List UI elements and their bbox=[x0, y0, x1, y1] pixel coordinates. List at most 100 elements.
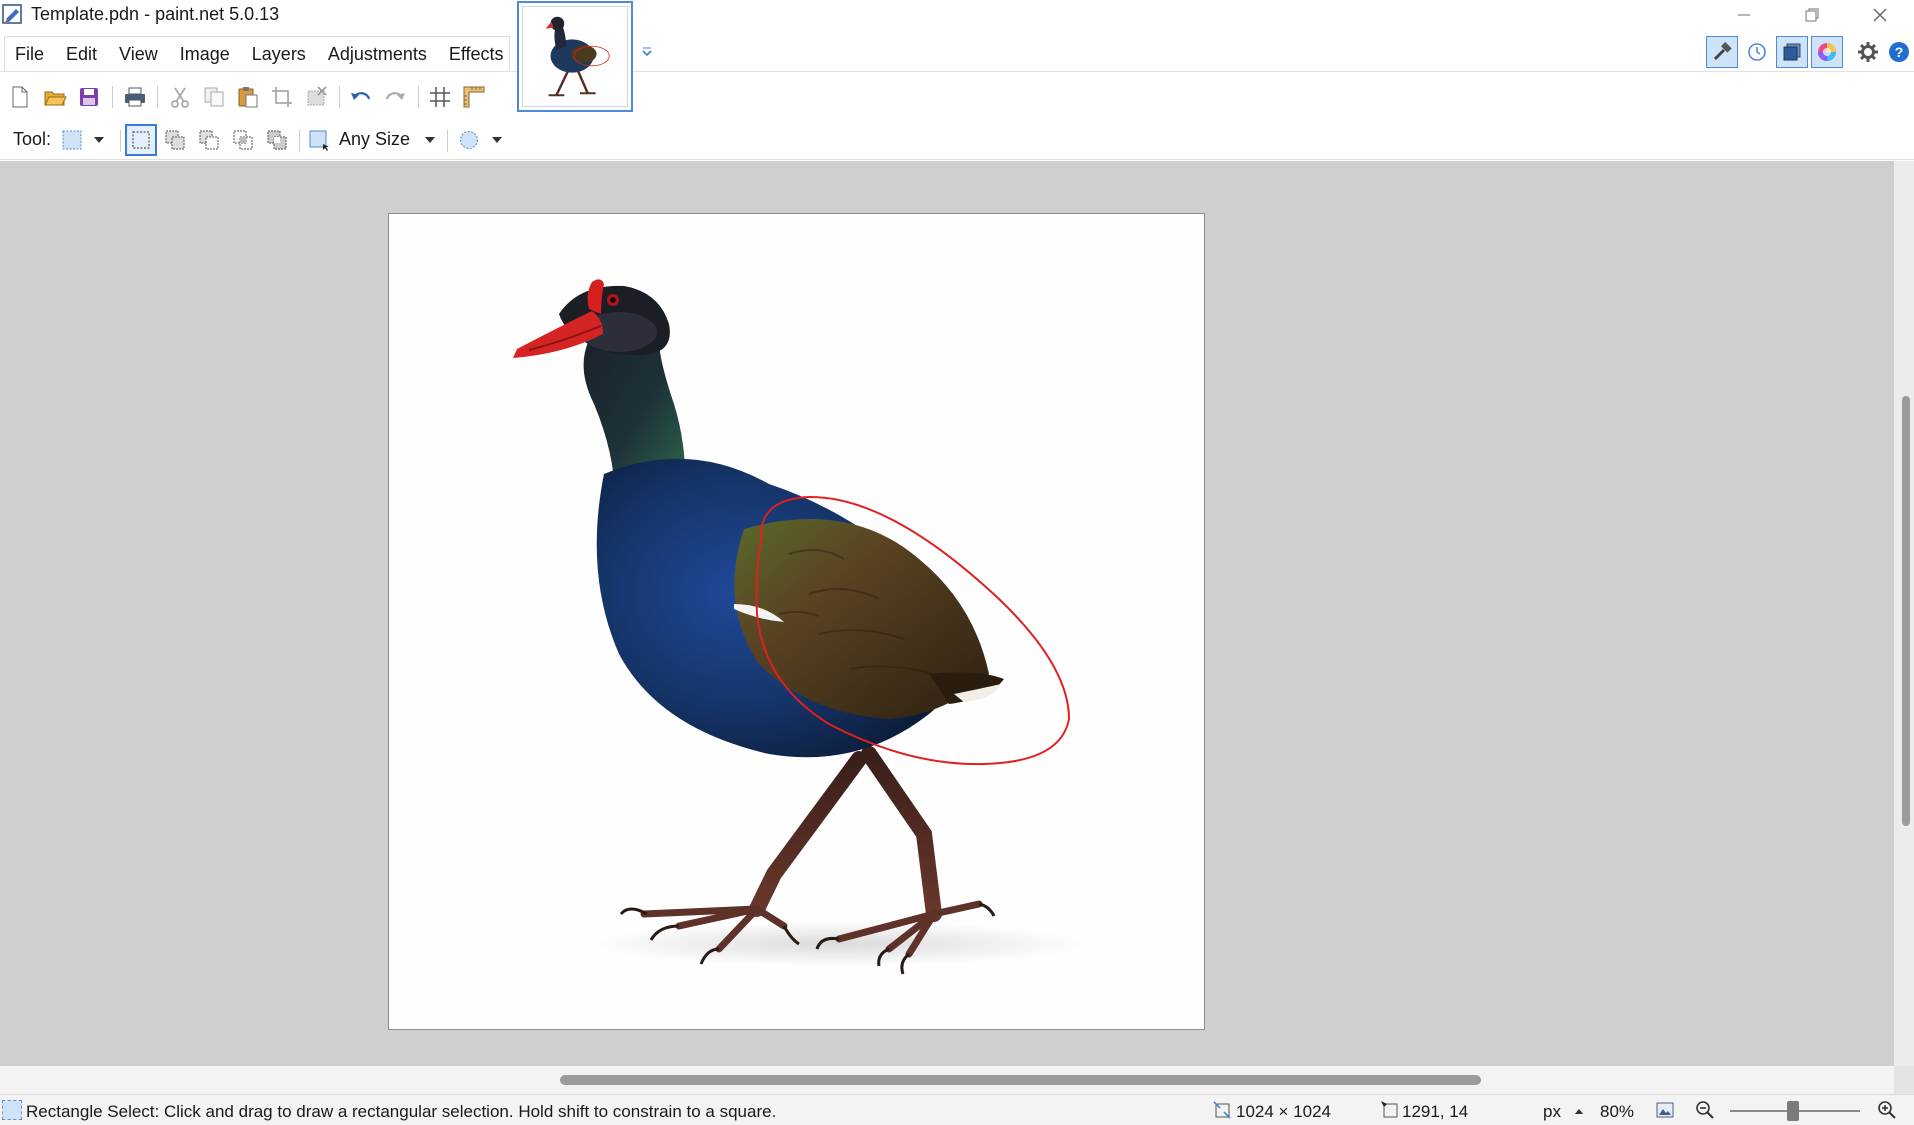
new-icon bbox=[12, 86, 28, 108]
size-mode-icon bbox=[309, 130, 329, 151]
options-separator bbox=[299, 130, 300, 152]
rectangle-select-icon bbox=[62, 130, 82, 150]
tab-list-chevron-icon[interactable] bbox=[640, 46, 654, 60]
cut-button[interactable] bbox=[165, 82, 195, 112]
undo-button[interactable] bbox=[346, 82, 376, 112]
redo-button[interactable] bbox=[380, 82, 410, 112]
selection-mode-intersect[interactable] bbox=[227, 124, 259, 156]
zoom-slider-thumb[interactable] bbox=[1787, 1101, 1799, 1121]
layers-icon bbox=[1783, 43, 1801, 61]
size-dropdown-caret-icon[interactable] bbox=[424, 136, 436, 144]
options-separator bbox=[120, 130, 121, 152]
restore-button[interactable] bbox=[1778, 0, 1846, 30]
restore-icon bbox=[1805, 8, 1819, 22]
help-icon: ? bbox=[1889, 42, 1909, 62]
tools-icon bbox=[1713, 42, 1732, 61]
menu-image[interactable]: Image bbox=[180, 44, 230, 65]
horizontal-scroll-thumb[interactable] bbox=[560, 1075, 1481, 1085]
menu-bar: File Edit View Image Layers Adjustments … bbox=[4, 36, 510, 72]
deselect-icon bbox=[307, 86, 327, 106]
selection-mode-union[interactable] bbox=[159, 124, 191, 156]
menu-edit[interactable]: Edit bbox=[66, 44, 97, 65]
close-icon bbox=[1873, 8, 1887, 22]
tool-dropdown-caret-icon[interactable] bbox=[93, 136, 105, 144]
selection-mode-xor[interactable] bbox=[261, 124, 293, 156]
tools-panel-button[interactable] bbox=[1706, 36, 1738, 68]
svg-text:?: ? bbox=[1895, 44, 1904, 60]
zoom-level-readout[interactable]: 80% bbox=[1600, 1102, 1634, 1122]
layers-panel-button[interactable] bbox=[1776, 36, 1808, 68]
tool-hint-text: Rectangle Select: Click and drag to draw… bbox=[26, 1102, 777, 1121]
antialiasing-dropdown-caret-icon[interactable] bbox=[491, 136, 503, 144]
vertical-scroll-thumb[interactable] bbox=[1902, 396, 1910, 826]
selection-union-icon bbox=[165, 130, 185, 150]
selection-mode-exclude[interactable] bbox=[193, 124, 225, 156]
units-selector[interactable]: px bbox=[1543, 1102, 1561, 1122]
toolbar-separator bbox=[112, 86, 113, 108]
options-separator bbox=[447, 130, 448, 152]
scrollbar-corner bbox=[1894, 1066, 1914, 1094]
settings-button[interactable] bbox=[1852, 36, 1884, 68]
cursor-position-icon bbox=[1381, 1101, 1398, 1118]
menu-layers[interactable]: Layers bbox=[252, 44, 306, 65]
ruler-icon bbox=[463, 86, 485, 108]
menu-adjustments[interactable]: Adjustments bbox=[328, 44, 427, 65]
zoom-in-icon[interactable] bbox=[1877, 1100, 1897, 1120]
selection-replace-icon bbox=[132, 131, 150, 149]
history-panel-button[interactable] bbox=[1741, 36, 1773, 68]
horizontal-scrollbar[interactable] bbox=[0, 1066, 1894, 1094]
save-icon bbox=[80, 88, 98, 106]
print-button[interactable] bbox=[120, 82, 150, 112]
copy-icon bbox=[204, 87, 224, 107]
selection-size-mode-button[interactable] bbox=[303, 124, 335, 156]
cursor-position-readout: 1291, 14 bbox=[1402, 1102, 1469, 1121]
tool-picker-button[interactable] bbox=[56, 124, 88, 156]
save-button[interactable] bbox=[74, 82, 104, 112]
menu-view[interactable]: View bbox=[119, 44, 158, 65]
tool-label: Tool: bbox=[13, 129, 52, 149]
minimize-button[interactable] bbox=[1710, 0, 1778, 30]
antialiasing-icon bbox=[460, 131, 478, 149]
zoom-out-icon[interactable] bbox=[1695, 1100, 1715, 1120]
selection-mode-replace[interactable] bbox=[125, 124, 157, 156]
selection-intersect-icon bbox=[233, 130, 253, 150]
help-button[interactable]: ? bbox=[1884, 36, 1914, 68]
menu-effects[interactable]: Effects bbox=[449, 44, 504, 65]
close-button[interactable] bbox=[1846, 0, 1914, 30]
redo-icon bbox=[385, 92, 405, 100]
status-bar: Rectangle Select: Click and drag to draw… bbox=[0, 1094, 1914, 1125]
canvas-workspace[interactable] bbox=[0, 161, 1894, 1066]
units-caret-up-icon[interactable] bbox=[1574, 1108, 1584, 1115]
size-mode-label[interactable]: Any Size bbox=[339, 129, 410, 150]
deselect-button[interactable] bbox=[301, 82, 331, 112]
cut-icon bbox=[171, 87, 189, 108]
vertical-scrollbar[interactable] bbox=[1894, 161, 1914, 1066]
selection-exclude-icon bbox=[199, 130, 219, 150]
main-toolbar bbox=[0, 76, 1914, 116]
colors-panel-button[interactable] bbox=[1811, 36, 1843, 68]
paste-button[interactable] bbox=[233, 82, 263, 112]
undo-icon bbox=[351, 92, 371, 100]
image-size-readout: 1024 × 1024 bbox=[1236, 1102, 1332, 1121]
history-icon bbox=[1748, 43, 1766, 61]
rulers-button[interactable] bbox=[459, 82, 489, 112]
toolbar-separator bbox=[418, 86, 419, 108]
new-image-button[interactable] bbox=[5, 82, 35, 112]
window-title: Template.pdn - paint.net 5.0.13 bbox=[31, 4, 280, 24]
open-button[interactable] bbox=[40, 82, 70, 112]
minimize-icon bbox=[1738, 14, 1750, 16]
pixel-grid-button[interactable] bbox=[425, 82, 455, 112]
image-canvas[interactable] bbox=[388, 213, 1205, 1030]
title-bar: Template.pdn - paint.net 5.0.13 bbox=[0, 0, 1914, 30]
crop-to-selection-button[interactable] bbox=[267, 82, 297, 112]
grid-icon bbox=[430, 87, 450, 107]
rectangle-select-status-icon bbox=[2, 1100, 22, 1120]
bird-illustration bbox=[513, 279, 1089, 975]
paintnet-app-icon[interactable] bbox=[2, 3, 24, 25]
antialiasing-button[interactable] bbox=[453, 124, 485, 156]
tool-options-bar: Tool: Any Size bbox=[0, 120, 1914, 160]
toolbar-separator bbox=[339, 86, 340, 108]
zoom-to-window-icon[interactable] bbox=[1655, 1100, 1675, 1120]
menu-file[interactable]: File bbox=[15, 44, 44, 65]
copy-button[interactable] bbox=[199, 82, 229, 112]
